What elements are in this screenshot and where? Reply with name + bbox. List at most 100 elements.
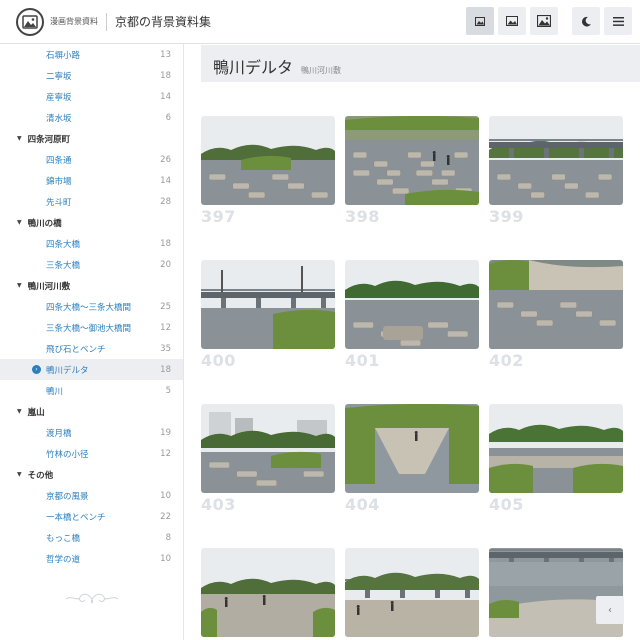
- grid-small-button[interactable]: [466, 7, 494, 35]
- grid-medium-button[interactable]: [498, 7, 526, 35]
- sidebar-item[interactable]: 二寧坂 18: [0, 65, 183, 86]
- chevron-left-icon: ‹: [608, 604, 612, 616]
- photo-thumbnail[interactable]: [345, 260, 479, 349]
- photo-thumbnail[interactable]: [345, 116, 479, 205]
- logo-icon[interactable]: [16, 7, 44, 36]
- photo-number: 400: [201, 351, 236, 370]
- page-subtitle[interactable]: 鴨川河川敷: [301, 65, 341, 76]
- sidebar-item[interactable]: 三条大橋〜御池大橋間 12: [0, 317, 183, 338]
- sidebar-item-label: 四条河原町: [27, 134, 71, 145]
- photo-tile[interactable]: 403: [201, 404, 335, 514]
- photo-thumbnail[interactable]: [345, 404, 479, 493]
- menu-icon: [612, 16, 624, 26]
- photo-number: 404: [345, 495, 380, 514]
- photo-thumbnail[interactable]: [201, 260, 335, 349]
- sidebar-item[interactable]: 四条大橋〜三条大橋間 25: [0, 296, 183, 317]
- photo-number: 397: [201, 207, 236, 226]
- active-arrow-icon: ›: [32, 365, 41, 374]
- photo-tile[interactable]: 398: [345, 116, 479, 226]
- sidebar-item-count: 10: [160, 553, 171, 564]
- sidebar-item-label: 一本橋とベンチ: [46, 512, 106, 523]
- sidebar-item-label: 四条通: [46, 155, 72, 166]
- sidebar-item-count: 10: [160, 490, 171, 501]
- sidebar-item-label: 鴨川: [46, 386, 64, 397]
- photo-tile[interactable]: 399: [489, 116, 623, 226]
- photo-thumbnail[interactable]: [345, 548, 479, 637]
- sidebar-category[interactable]: ▼ 鴨川の橋: [0, 212, 183, 233]
- sidebar-item-count: 28: [160, 196, 171, 207]
- sidebar-item-label: 飛び石とベンチ: [46, 344, 106, 355]
- sidebar-item[interactable]: 哲学の道 10: [0, 548, 183, 569]
- grid-medium-icon: [506, 16, 518, 26]
- logo-text[interactable]: 漫画背景資料: [50, 16, 98, 27]
- sidebar-item[interactable]: 清水坂 6: [0, 107, 183, 128]
- moon-icon: [581, 16, 591, 26]
- grid-large-button[interactable]: [530, 7, 558, 35]
- photo-thumbnail[interactable]: [489, 260, 623, 349]
- header-divider: [106, 12, 107, 31]
- sidebar-item[interactable]: 一本橋とベンチ 22: [0, 506, 183, 527]
- sidebar-item[interactable]: › 鴨川デルタ 18: [0, 359, 183, 380]
- sidebar-item-label: 四条大橋〜三条大橋間: [46, 302, 132, 313]
- photo-tile[interactable]: 397: [201, 116, 335, 226]
- sidebar-category[interactable]: ▼ 四条河原町: [0, 128, 183, 149]
- photo-tile[interactable]: 405: [489, 404, 623, 514]
- view-toolbar: [466, 7, 632, 35]
- sidebar-item-label: 産寧坂: [46, 92, 72, 103]
- photo-number: 402: [489, 351, 524, 370]
- sidebar-item-count: 35: [160, 343, 171, 354]
- sidebar-item-count: 5: [165, 385, 171, 396]
- photo-number: 405: [489, 495, 524, 514]
- photo-tile[interactable]: 400: [201, 260, 335, 370]
- scroll-button[interactable]: ‹: [596, 596, 624, 624]
- grid-large-icon: [537, 15, 551, 27]
- sidebar-category[interactable]: ▼ 嵐山: [0, 401, 183, 422]
- sidebar-item-label: 石塀小路: [46, 50, 81, 61]
- sidebar-item[interactable]: 錦市場 14: [0, 170, 183, 191]
- photo-thumbnail[interactable]: [201, 404, 335, 493]
- sidebar-item-label: 清水坂: [46, 113, 72, 124]
- sidebar-item[interactable]: 飛び石とベンチ 35: [0, 338, 183, 359]
- sidebar-item[interactable]: 鴨川 5: [0, 380, 183, 401]
- caret-down-icon: ▼: [17, 282, 22, 289]
- sidebar-item-label: 三条大橋: [46, 260, 81, 271]
- photo-tile[interactable]: 402: [489, 260, 623, 370]
- sidebar-item-label: 鴨川デルタ: [46, 365, 89, 376]
- caret-down-icon: ▼: [17, 408, 22, 415]
- photo-number: 398: [345, 207, 380, 226]
- photo-thumbnail[interactable]: [201, 548, 335, 637]
- site-title[interactable]: 京都の背景資料集: [115, 13, 211, 30]
- sidebar-item[interactable]: 渡月橋 19: [0, 422, 183, 443]
- sidebar-item-label: その他: [27, 470, 54, 481]
- sidebar-item[interactable]: 竹林の小径 12: [0, 443, 183, 464]
- sidebar-item[interactable]: 四条通 26: [0, 149, 183, 170]
- photo-thumbnail[interactable]: [489, 116, 623, 205]
- sidebar-item-count: 14: [160, 91, 171, 102]
- photo-thumbnail[interactable]: [201, 116, 335, 205]
- dark-mode-button[interactable]: [572, 7, 600, 35]
- sidebar-item[interactable]: もっこ橋 8: [0, 527, 183, 548]
- sidebar-item[interactable]: 産寧坂 14: [0, 86, 183, 107]
- photo-thumbnail[interactable]: [489, 404, 623, 493]
- page-title: 鴨川デルタ: [213, 58, 294, 77]
- category-sidebar: 石塀小路 13 二寧坂 18 産寧坂 14 清水坂 6 ▼ 四条河原町 四条通 26 錦市場 14 先斗町 2…: [0, 44, 184, 640]
- sidebar-item[interactable]: 四条大橋 18: [0, 233, 183, 254]
- sidebar-item[interactable]: 石塀小路 13: [0, 44, 183, 65]
- sidebar-item-count: 26: [160, 154, 171, 165]
- sidebar-item-count: 12: [160, 448, 171, 459]
- sidebar-item[interactable]: 京都の風景 10: [0, 485, 183, 506]
- toolbar-gap: [562, 7, 568, 35]
- sidebar-item[interactable]: 三条大橋 20: [0, 254, 183, 275]
- photo-tile[interactable]: 401: [345, 260, 479, 370]
- photo-tile[interactable]: 404: [345, 404, 479, 514]
- sidebar-category[interactable]: ▼ その他: [0, 464, 183, 485]
- sidebar-item-label: 竹林の小径: [46, 449, 89, 460]
- sidebar-item-label: 哲学の道: [46, 554, 81, 565]
- photo-tile[interactable]: [201, 548, 335, 637]
- sidebar-category[interactable]: ▼ 鴨川河川敷: [0, 275, 183, 296]
- sidebar-item[interactable]: 先斗町 28: [0, 191, 183, 212]
- menu-button[interactable]: [604, 7, 632, 35]
- photo-number: 399: [489, 207, 524, 226]
- sidebar-item-count: 8: [165, 532, 171, 543]
- photo-tile[interactable]: [345, 548, 479, 637]
